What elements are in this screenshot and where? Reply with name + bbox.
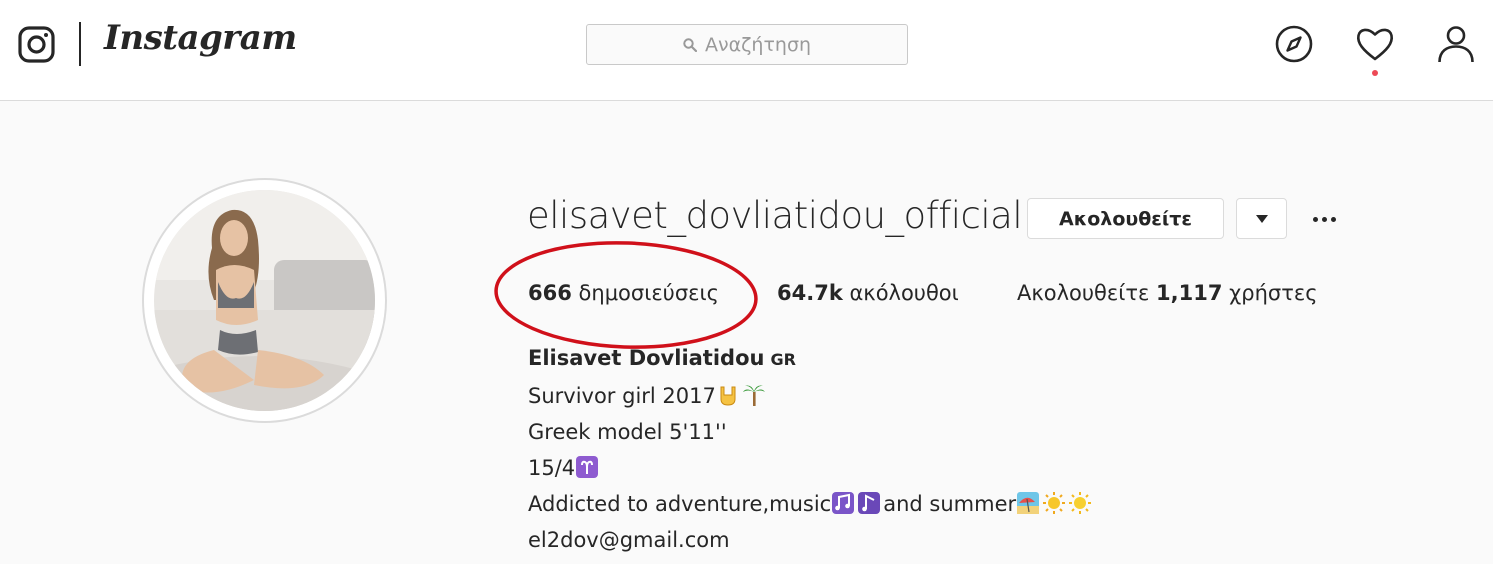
instagram-camera-icon[interactable]	[18, 26, 55, 63]
followers-count: 64.7k	[777, 281, 843, 305]
music-notes-emoji-icon	[832, 492, 855, 514]
palm-tree-emoji-icon	[742, 385, 765, 406]
suggestions-dropdown-button[interactable]	[1236, 198, 1287, 239]
profile-photo[interactable]	[154, 190, 375, 411]
aries-emoji-icon	[576, 456, 599, 478]
rock-hand-emoji-icon	[720, 386, 736, 406]
bio-line-1: Survivor girl 2017	[528, 378, 1094, 414]
following-count: 1,117	[1156, 281, 1223, 305]
top-navigation-bar: Instagram Αναζήτηση	[0, 0, 1493, 101]
more-options-button[interactable]	[1306, 205, 1342, 233]
musical-notes-emoji-icon	[858, 492, 881, 514]
bio-text-4b: and summer	[883, 492, 1017, 516]
search-icon	[683, 37, 697, 52]
profile-bio: Elisavet Dovliatidou GR Survivor girl 201…	[528, 340, 1094, 558]
bio-line-4: Addicted to adventure,music and summer	[528, 486, 1094, 522]
more-dot-icon	[1330, 216, 1336, 222]
bio-name-line: Elisavet Dovliatidou GR	[528, 340, 1094, 378]
bio-text-4a: Addicted to adventure,music	[528, 492, 832, 516]
instagram-wordmark[interactable]: Instagram	[104, 18, 297, 58]
following-label: χρήστες	[1229, 281, 1318, 305]
bio-line-2: Greek model 5'11''	[528, 420, 727, 444]
following-prefix: Ακολουθείτε	[1017, 281, 1150, 305]
caret-down-icon	[1255, 214, 1268, 223]
profile-full-name: Elisavet Dovliatidou	[528, 346, 765, 370]
logo-divider	[79, 22, 81, 66]
name-suffix: GR	[770, 350, 796, 369]
posts-label: δημοσιεύσεις	[578, 281, 719, 305]
following-stat[interactable]: Ακολουθείτε 1,117 χρήστες	[1017, 281, 1318, 305]
bio-line-3: 15/4	[528, 450, 1094, 486]
more-dot-icon	[1312, 216, 1318, 222]
search-input[interactable]: Αναζήτηση	[586, 24, 908, 65]
heart-activity-icon[interactable]	[1355, 24, 1395, 64]
posts-stat: 666 δημοσιεύσεις	[528, 281, 719, 305]
more-dot-icon	[1321, 216, 1327, 222]
followers-label: ακόλουθοι	[849, 281, 959, 305]
avatar-ring	[142, 178, 387, 423]
posts-count: 666	[528, 281, 572, 305]
search-placeholder: Αναζήτηση	[704, 33, 812, 56]
notification-dot	[1372, 70, 1378, 76]
bio-text-1: Survivor girl 2017	[528, 384, 716, 408]
bio-text-3: 15/4	[528, 456, 576, 480]
sun-face-emoji-icon	[1043, 492, 1066, 514]
compass-explore-icon[interactable]	[1274, 24, 1314, 64]
beach-umbrella-emoji-icon	[1017, 492, 1040, 514]
following-button[interactable]: Ακολουθείτε	[1027, 198, 1224, 239]
user-profile-icon[interactable]	[1436, 24, 1476, 64]
bio-email-link[interactable]: el2dov@gmail.com	[528, 522, 1094, 558]
sun-emoji-icon	[1069, 492, 1092, 514]
profile-username: elisavet_dovliatidou_official	[527, 194, 1023, 237]
followers-stat[interactable]: 64.7k ακόλουθοι	[777, 281, 959, 305]
